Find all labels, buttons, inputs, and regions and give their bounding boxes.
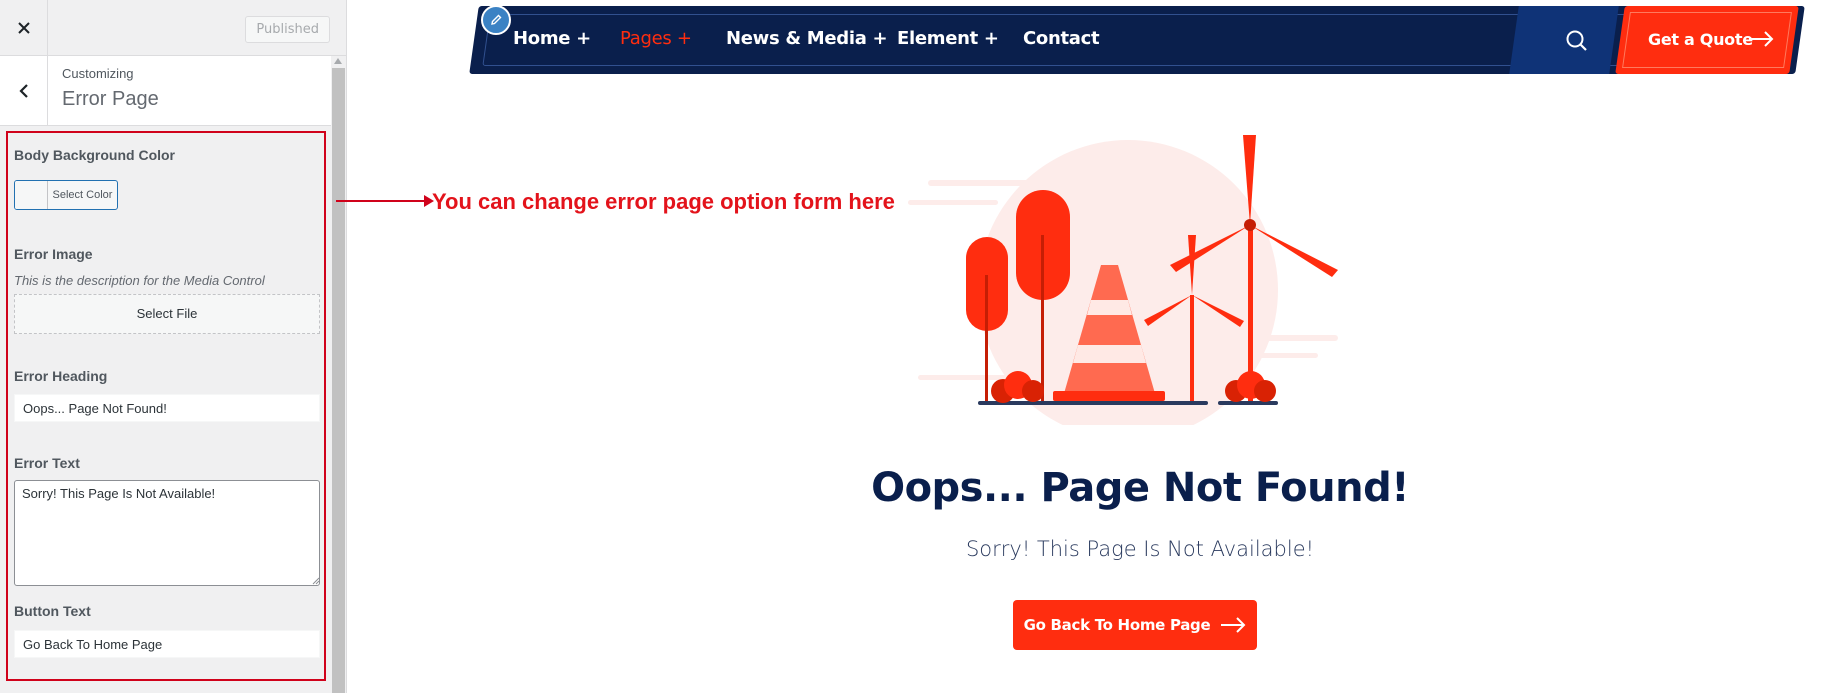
error-illustration [908, 135, 1338, 425]
arrow-right-icon [1749, 31, 1774, 47]
select-color-label: Select Color [52, 189, 113, 201]
select-file-button[interactable]: Select File [14, 294, 320, 334]
resize-grip-icon[interactable] [312, 577, 320, 585]
color-swatch [15, 181, 48, 209]
go-home-label: Go Back To Home Page [1023, 616, 1211, 634]
customizing-label: Customizing [62, 66, 134, 81]
nav-item-element[interactable]: Element + [897, 28, 999, 49]
published-button[interactable]: Published [245, 16, 330, 43]
error-text-label: Error Text [14, 455, 80, 471]
select-color-button[interactable]: Select Color [14, 180, 118, 210]
nav-item-home[interactable]: Home + [513, 28, 591, 49]
bg-color-label: Body Background Color [14, 147, 176, 163]
go-home-button[interactable]: Go Back To Home Page [1013, 600, 1257, 650]
edit-shortcut-icon[interactable] [481, 5, 511, 35]
get-quote-label: Get a Quote [1648, 30, 1753, 49]
button-text-label: Button Text [14, 603, 91, 619]
section-name: Error Page [62, 88, 159, 110]
annotation-line [336, 200, 426, 202]
customizer-header: Published [0, 0, 346, 56]
chevron-left-icon [18, 84, 28, 98]
nav-item-pages[interactable]: Pages + [620, 28, 692, 49]
scroll-thumb[interactable] [332, 68, 345, 693]
nav-item-news-media[interactable]: News & Media + [726, 28, 888, 49]
close-icon [17, 22, 30, 34]
arrow-right-icon [1221, 617, 1246, 633]
media-description: This is the description for the Media Co… [14, 273, 265, 288]
annotation-text: You can change error page option form he… [432, 189, 895, 214]
error-image-label: Error Image [14, 246, 93, 262]
error-text-textarea[interactable]: Sorry! This Page Is Not Available! [14, 480, 320, 586]
nav-item-contact[interactable]: Contact [1023, 28, 1100, 49]
error-heading-input[interactable] [14, 394, 320, 422]
scrollbar[interactable] [331, 56, 346, 693]
back-button[interactable] [0, 56, 48, 126]
search-icon[interactable] [1564, 28, 1590, 54]
close-button[interactable] [0, 0, 48, 56]
button-text-input[interactable] [14, 630, 320, 658]
error-subtext: Sorry! This Page Is Not Available! [965, 537, 1315, 561]
section-title-bar: Customizing Error Page [0, 56, 331, 126]
error-heading: Oops... Page Not Found! [871, 465, 1409, 511]
scroll-up-icon[interactable] [334, 58, 342, 64]
customizer-sidebar: Published Customizing Error Page Body Ba… [0, 0, 347, 693]
error-heading-label: Error Heading [14, 368, 108, 384]
error-page-controls: Body Background Color Select Color Error… [6, 131, 326, 681]
